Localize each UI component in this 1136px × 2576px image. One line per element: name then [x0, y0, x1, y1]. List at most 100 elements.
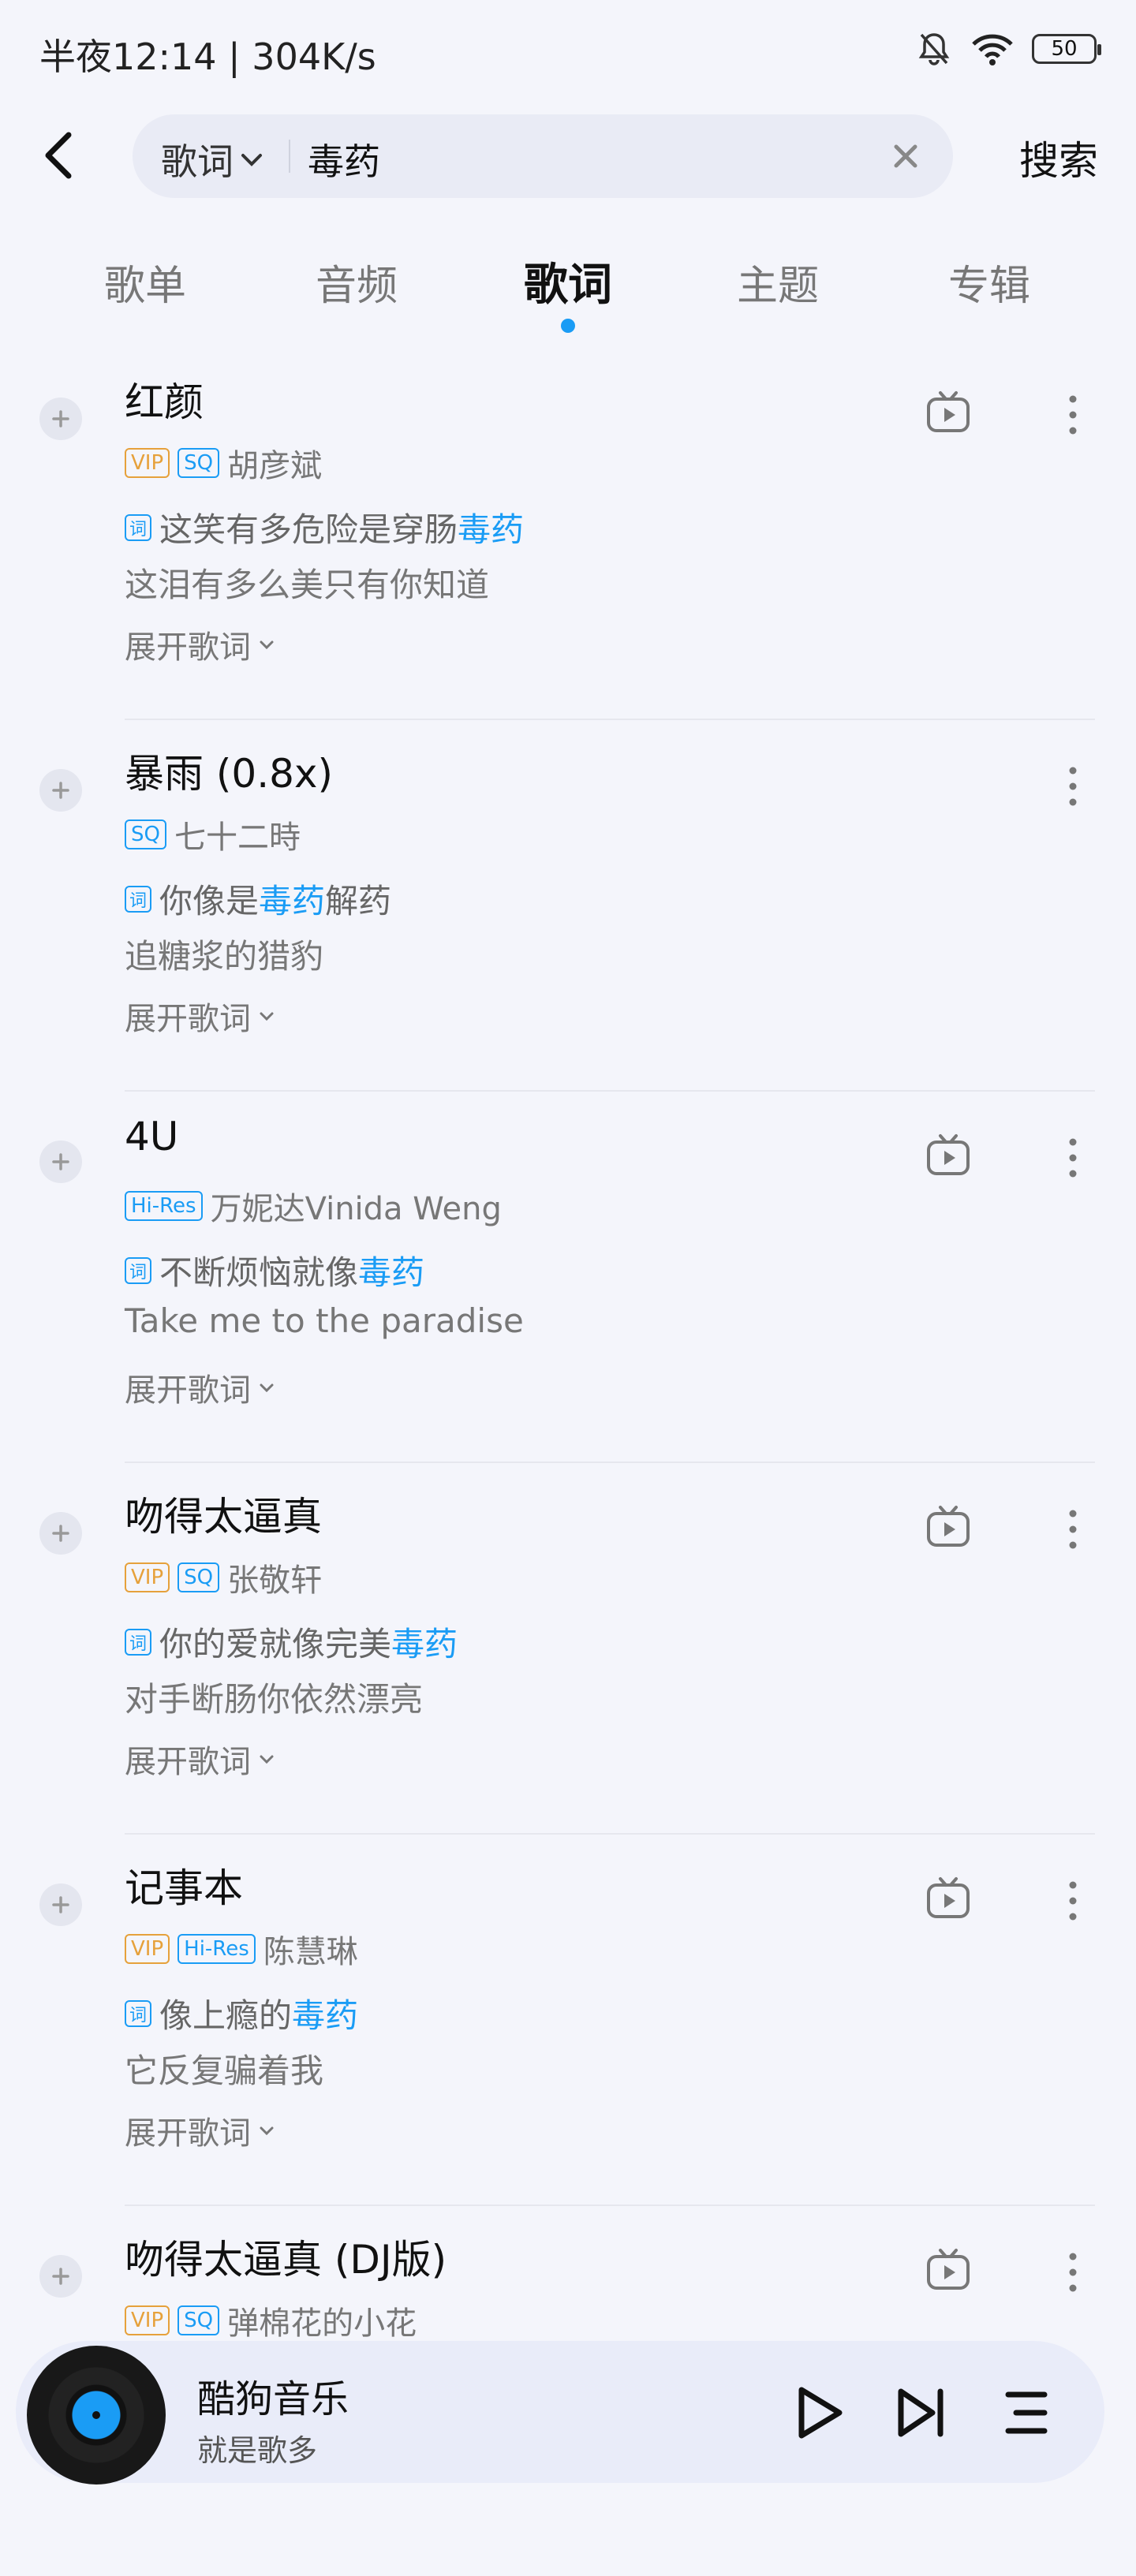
mini-player[interactable]: 酷狗音乐 就是歌多 — [16, 2341, 1104, 2485]
more-icon[interactable] — [1057, 391, 1089, 439]
add-button[interactable] — [39, 1141, 82, 1183]
sq-badge: SQ — [178, 448, 220, 478]
mv-icon[interactable] — [925, 1131, 972, 1178]
add-button[interactable] — [39, 1883, 82, 1926]
expand-lyrics-button[interactable]: 展开歌词 — [125, 993, 276, 1039]
list-item-4[interactable]: 吻得太逼真 VIP SQ 张敬轩 词 你的爱就像完美毒药 对手断肠你依然漂亮 展开… — [0, 1462, 1136, 1833]
bell-muted-icon — [918, 33, 950, 65]
playlist-icon[interactable] — [997, 2384, 1056, 2442]
item-divider — [125, 1090, 1095, 1092]
tab-albums[interactable]: 专辑 — [948, 252, 1030, 312]
expand-lyrics-label: 展开歌词 — [125, 2115, 251, 2152]
add-button[interactable] — [39, 769, 82, 812]
song-title: 记事本 — [125, 1865, 243, 1911]
lyric-match: 词 你的爱就像完美毒药 — [125, 1618, 458, 1666]
lyric-match-text: 像上瘾的毒药 — [159, 1996, 359, 2035]
song-meta: VIP SQ 张敬轩 — [125, 1555, 322, 1600]
lyric-icon: 词 — [125, 513, 151, 541]
item-divider — [125, 719, 1095, 720]
add-button[interactable] — [39, 1512, 82, 1555]
hires-badge: Hi-Res — [125, 1191, 203, 1221]
item-divider — [125, 1833, 1095, 1835]
tab-playlists[interactable]: 歌单 — [104, 252, 186, 312]
player-title: 酷狗音乐 — [197, 2377, 349, 2421]
chevron-down-icon — [260, 1012, 274, 1021]
sq-badge: SQ — [178, 2305, 220, 2335]
active-tab-indicator — [561, 319, 575, 333]
play-icon[interactable] — [789, 2384, 847, 2442]
mv-icon[interactable] — [925, 1874, 972, 1921]
more-icon[interactable] — [1057, 1506, 1089, 1553]
lyric-match: 词 像上瘾的毒药 — [125, 1989, 358, 2037]
expand-lyrics-button[interactable]: 展开歌词 — [125, 2107, 276, 2153]
lyric-highlight: 毒药 — [259, 882, 326, 920]
artist-name: 胡彦斌 — [227, 448, 323, 484]
sq-badge: SQ — [125, 819, 166, 849]
search-input[interactable]: 毒药 — [308, 133, 380, 185]
lyric-match-text: 你的爱就像完美毒药 — [159, 1625, 458, 1663]
vip-badge: VIP — [125, 2305, 170, 2335]
add-button[interactable] — [39, 2255, 82, 2298]
lyric-icon: 词 — [125, 1999, 151, 2027]
tab-topics[interactable]: 主题 — [737, 252, 819, 312]
back-arrow-icon — [45, 132, 72, 179]
result-list: 红颜 VIP SQ 胡彦斌 词 这笑有多危险是穿肠毒药 这泪有多么美只有你知道 展… — [0, 347, 1136, 2576]
battery-icon: 50 — [1032, 34, 1101, 64]
search-button[interactable]: 搜索 — [1019, 129, 1098, 186]
status-bar: 半夜12:14 | 304K/s 50 — [0, 0, 1136, 103]
next-icon[interactable] — [893, 2384, 951, 2442]
list-item-5[interactable]: 记事本 VIP Hi-Res 陈慧琳 词 像上瘾的毒药 它反复骗着我 展开歌词 — [0, 1833, 1136, 2205]
song-meta: Hi-Res 万妮达Vinida Weng — [125, 1183, 502, 1229]
tab-audio[interactable]: 音频 — [316, 252, 398, 312]
lyric-icon: 词 — [125, 1256, 151, 1284]
lyric-next-line: 对手断肠你依然漂亮 — [125, 1680, 424, 1719]
add-button[interactable] — [39, 398, 82, 440]
lyric-highlight: 毒药 — [391, 1625, 458, 1663]
expand-lyrics-label: 展开歌词 — [125, 629, 251, 666]
mv-icon[interactable] — [925, 1503, 972, 1550]
status-time: 半夜12:14 | 304K/s — [39, 35, 376, 78]
song-meta: VIP Hi-Res 陈慧琳 — [125, 1926, 358, 1972]
more-icon[interactable] — [1057, 763, 1089, 810]
search-scope-dropdown[interactable]: 歌词 — [161, 133, 265, 185]
song-title: 红颜 — [125, 379, 204, 425]
search-header: 歌词 毒药 搜索 — [0, 110, 1136, 205]
list-item-3[interactable]: 4U Hi-Res 万妮达Vinida Weng 词 不断烦恼就像毒药 Take… — [0, 1090, 1136, 1462]
vinyl-disc-icon[interactable] — [27, 2346, 166, 2485]
back-button[interactable] — [32, 128, 87, 183]
search-scope-label: 歌词 — [161, 140, 234, 183]
lyric-highlight: 毒药 — [358, 1253, 425, 1292]
mv-icon[interactable] — [925, 2246, 972, 2293]
lyric-match-text: 这笑有多危险是穿肠毒药 — [159, 510, 525, 549]
list-item-2[interactable]: 暴雨 (0.8x) SQ 七十二時 词 你像是毒药解药 追糖浆的猎豹 展开歌词 — [0, 719, 1136, 1090]
search-box: 歌词 毒药 — [133, 114, 953, 198]
quality-badges: Hi-Res — [125, 1191, 203, 1221]
lyric-highlight: 毒药 — [292, 1996, 359, 2035]
song-meta: VIP SQ 胡彦斌 — [125, 440, 322, 486]
lyric-icon: 词 — [125, 1628, 151, 1656]
more-icon[interactable] — [1057, 1877, 1089, 1925]
expand-lyrics-label: 展开歌词 — [125, 1744, 251, 1780]
expand-lyrics-button[interactable]: 展开歌词 — [125, 1736, 276, 1782]
clear-icon[interactable] — [890, 140, 921, 172]
lyric-next-line: Take me to the paradise — [125, 1301, 524, 1340]
artist-name: 张敬轩 — [227, 1562, 323, 1599]
more-icon[interactable] — [1057, 1134, 1089, 1182]
expand-lyrics-label: 展开歌词 — [125, 1372, 251, 1409]
more-icon[interactable] — [1057, 2249, 1089, 2296]
expand-lyrics-button[interactable]: 展开歌词 — [125, 622, 276, 667]
battery-level: 50 — [1051, 37, 1078, 61]
chevron-down-icon — [260, 1755, 274, 1764]
plus-icon — [52, 1153, 69, 1170]
expand-lyrics-button[interactable]: 展开歌词 — [125, 1365, 276, 1410]
list-item-1[interactable]: 红颜 VIP SQ 胡彦斌 词 这笑有多危险是穿肠毒药 这泪有多么美只有你知道 展… — [0, 347, 1136, 719]
player-subtitle: 就是歌多 — [197, 2433, 318, 2468]
lyric-next-line: 这泪有多么美只有你知道 — [125, 566, 490, 604]
tab-bar: 歌单 音频 歌词 主题 专辑 — [0, 237, 1136, 347]
search-divider — [289, 140, 290, 173]
mv-icon[interactable] — [925, 388, 972, 435]
lyric-highlight: 毒药 — [458, 510, 525, 549]
tab-lyrics[interactable]: 歌词 — [524, 249, 612, 313]
item-divider — [125, 1462, 1095, 1463]
lyric-next-line: 它反复骗着我 — [125, 2051, 324, 2090]
